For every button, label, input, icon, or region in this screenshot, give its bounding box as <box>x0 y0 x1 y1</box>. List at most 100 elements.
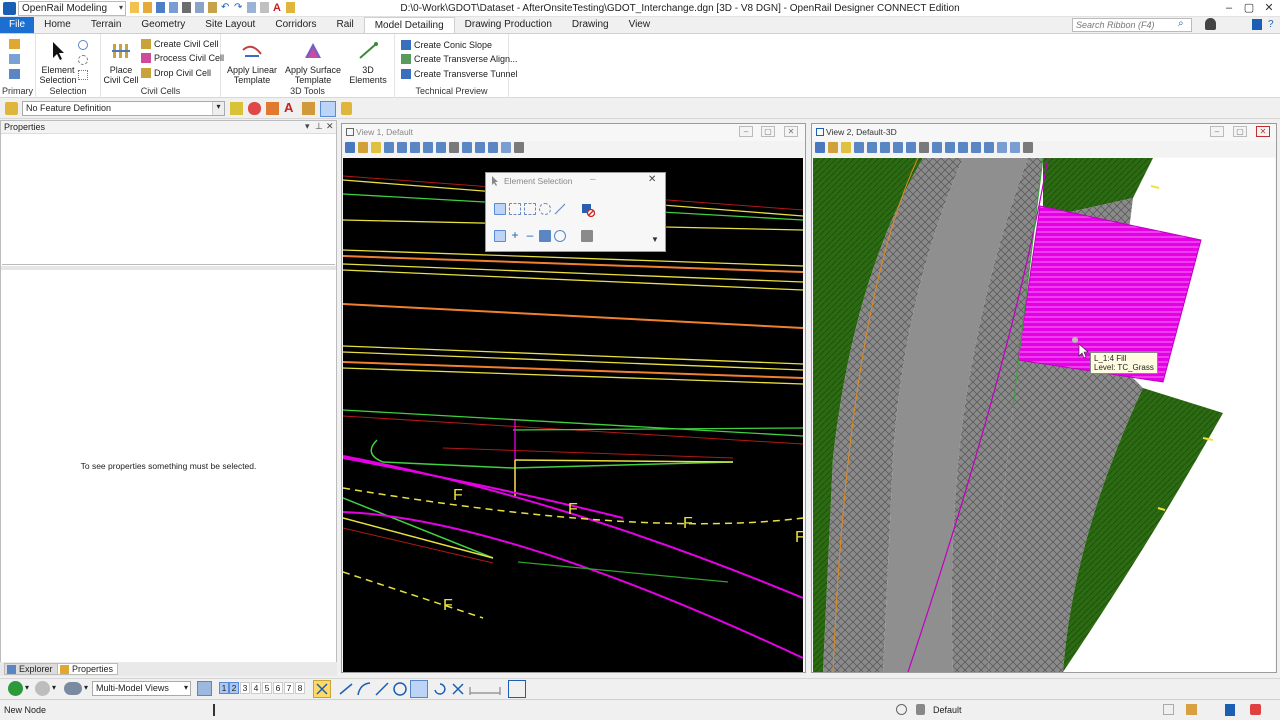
models-icon[interactable] <box>9 69 20 79</box>
active-level[interactable]: Default <box>933 705 962 715</box>
dialog-minimize-button[interactable]: – <box>590 174 596 185</box>
fit-view-icon[interactable] <box>906 142 916 153</box>
select-by-attributes-icon[interactable] <box>78 70 88 80</box>
view-groups-icon[interactable] <box>197 681 212 696</box>
connect-icon[interactable] <box>1252 19 1262 30</box>
circle-method-icon[interactable] <box>539 203 551 215</box>
document-icon[interactable] <box>1225 704 1235 716</box>
dimension-icon[interactable] <box>468 681 502 697</box>
dimension-icon[interactable] <box>260 2 269 13</box>
view-toggle-4[interactable]: 4 <box>251 682 261 694</box>
subtract-mode-icon[interactable]: – <box>524 229 536 242</box>
chevron-down-icon[interactable]: ▾ <box>25 683 29 692</box>
pan-view-icon[interactable] <box>932 142 942 153</box>
view-toggle-7[interactable]: 7 <box>284 682 294 694</box>
clip-mask-icon[interactable] <box>1010 142 1020 153</box>
tab-home[interactable]: Home <box>34 17 81 33</box>
view-attributes-icon[interactable] <box>815 142 825 153</box>
fit-all-icon[interactable] <box>508 680 526 698</box>
select-all-mode-icon[interactable] <box>554 230 566 242</box>
update-view-icon[interactable] <box>384 142 394 153</box>
camera-icon[interactable] <box>1023 142 1033 153</box>
view-toggle-6[interactable]: 6 <box>273 682 283 694</box>
zoom-in-icon[interactable] <box>397 142 407 153</box>
dialog-close-button[interactable]: ✕ <box>648 174 656 185</box>
line-method-icon[interactable] <box>554 203 566 215</box>
level-icon[interactable] <box>266 102 279 115</box>
home-icon[interactable] <box>1186 704 1197 715</box>
message-center-icon[interactable] <box>1163 704 1174 715</box>
tab-drawing[interactable]: Drawing <box>562 17 619 33</box>
pan-view-icon[interactable] <box>462 142 472 153</box>
color-icon[interactable] <box>248 102 261 115</box>
create-conic-slope-button[interactable]: Create Conic Slope <box>401 40 492 50</box>
zoom-in-icon[interactable] <box>867 142 877 153</box>
search-ribbon-input[interactable]: Search Ribbon (F4) <box>1072 18 1192 32</box>
lighting-icon[interactable] <box>371 142 381 153</box>
lock-icon[interactable] <box>341 102 352 115</box>
clip-volume-icon[interactable] <box>997 142 1007 153</box>
maximize-button[interactable]: ▢ <box>1242 1 1256 15</box>
tab-terrain[interactable]: Terrain <box>81 17 132 33</box>
view-attributes-icon[interactable] <box>345 142 355 153</box>
view-toggle-1[interactable]: 1 <box>219 682 229 694</box>
place-smartline-icon[interactable] <box>374 681 390 697</box>
chevron-down-icon[interactable]: ▼ <box>651 235 659 244</box>
feature-definition-icon[interactable] <box>5 102 18 115</box>
tab-explorer[interactable]: Explorer <box>4 663 58 675</box>
lock-icon[interactable] <box>916 704 925 715</box>
help-icon[interactable]: ? <box>1268 19 1274 30</box>
rotate-view-icon[interactable] <box>449 142 459 153</box>
panel-splitter[interactable] <box>1 266 336 270</box>
close-button[interactable]: ✕ <box>1262 1 1276 15</box>
lighting-icon[interactable] <box>841 142 851 153</box>
pin-icon[interactable]: ⊥ <box>315 121 323 132</box>
snap-grid-icon[interactable] <box>410 680 428 698</box>
snap-mode-icon[interactable] <box>896 704 907 715</box>
create-civil-cell-button[interactable]: Create Civil Cell <box>141 39 219 49</box>
3d-elements-button[interactable]: 3D Elements <box>345 40 391 85</box>
text-style-icon[interactable]: A <box>284 100 293 115</box>
tab-model-detailing[interactable]: Model Detailing <box>363 17 455 33</box>
pencil-icon[interactable] <box>302 102 315 115</box>
view-toggle-5[interactable]: 5 <box>262 682 272 694</box>
feature-definition-dropdown[interactable]: No Feature Definition ▾ <box>22 101 225 116</box>
cross-icon[interactable] <box>450 681 466 697</box>
model-icon[interactable] <box>64 682 82 695</box>
view-next-icon[interactable] <box>984 142 994 153</box>
chevron-down-icon[interactable]: ▾ <box>52 683 56 692</box>
invert-mode-icon[interactable] <box>539 230 551 242</box>
user-icon[interactable] <box>1205 18 1216 30</box>
tab-corridors[interactable]: Corridors <box>265 17 326 33</box>
zoom-out-icon[interactable] <box>880 142 890 153</box>
text-icon[interactable]: A <box>273 2 282 14</box>
element-selection-button[interactable]: Element Selection <box>38 40 78 85</box>
apply-linear-template-button[interactable]: Apply Linear Template <box>223 40 281 85</box>
window-area-icon[interactable] <box>893 142 903 153</box>
view-toggle-8[interactable]: 8 <box>295 682 305 694</box>
apply-surface-template-button[interactable]: Apply Surface Template <box>283 40 343 85</box>
new-file-icon[interactable] <box>130 2 139 13</box>
view-previous-icon[interactable] <box>971 142 981 153</box>
update-view-icon[interactable] <box>854 142 864 153</box>
clear-selection-icon[interactable] <box>581 203 596 218</box>
create-transverse-align-button[interactable]: Create Transverse Align... <box>401 54 518 64</box>
app-icon[interactable] <box>3 2 16 15</box>
sync-icon[interactable] <box>169 2 178 13</box>
display-style-icon[interactable] <box>358 142 368 153</box>
place-civil-cell-button[interactable]: Place Civil Cell <box>103 40 139 85</box>
walk-icon[interactable] <box>945 142 955 153</box>
block-method-icon[interactable] <box>509 203 521 215</box>
explorer-icon[interactable] <box>9 54 20 64</box>
place-arc-icon[interactable] <box>356 681 372 697</box>
view-toggle-2[interactable]: 2 <box>229 682 239 694</box>
copy-icon[interactable] <box>195 2 204 13</box>
view-next-icon[interactable] <box>488 142 498 153</box>
select-all-icon[interactable] <box>78 40 88 50</box>
fit-view-icon[interactable] <box>436 142 446 153</box>
paste-icon[interactable] <box>208 2 217 13</box>
redo-icon[interactable]: ↷ <box>234 2 243 13</box>
display-style-icon[interactable] <box>828 142 838 153</box>
alerts-icon[interactable] <box>1250 704 1261 715</box>
properties-selection-list[interactable] <box>2 135 335 265</box>
